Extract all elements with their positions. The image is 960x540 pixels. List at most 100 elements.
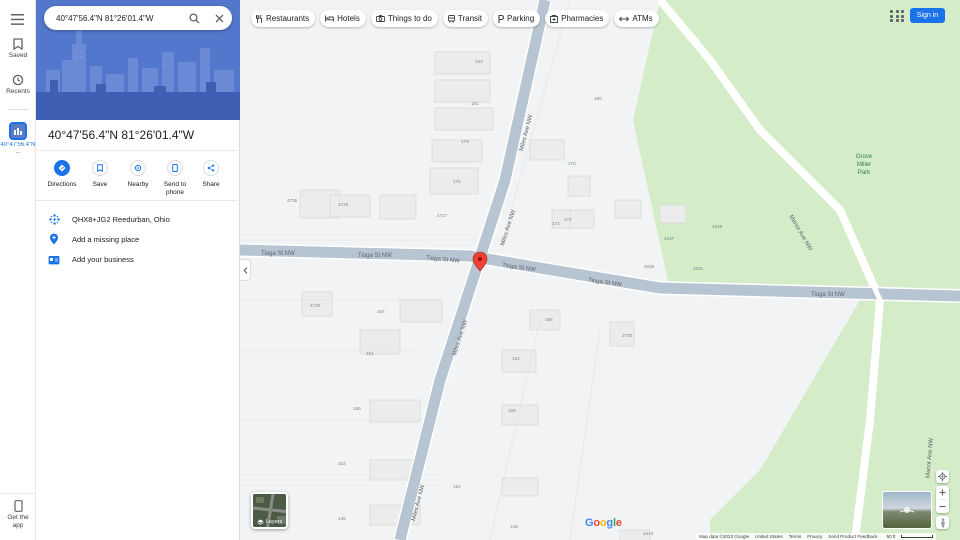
house-number: 4639 bbox=[644, 264, 655, 269]
house-number: 4637 bbox=[664, 236, 675, 241]
feedback-link[interactable]: Send Product Feedback bbox=[825, 534, 880, 539]
add-business-row[interactable]: Add your business bbox=[48, 250, 234, 268]
my-location-icon bbox=[938, 472, 947, 481]
search-input[interactable] bbox=[56, 13, 176, 23]
house-number: 2700 bbox=[622, 333, 633, 338]
house-number: 148 bbox=[510, 524, 518, 529]
rail-saved[interactable]: Saved bbox=[0, 38, 36, 59]
privacy-link[interactable]: Privacy bbox=[804, 534, 825, 539]
plus-code-icon bbox=[48, 213, 60, 225]
search-box bbox=[44, 6, 232, 30]
fork-knife-icon bbox=[256, 14, 263, 23]
plus-icon bbox=[939, 489, 946, 496]
search-button[interactable] bbox=[187, 11, 201, 25]
house-number: 149 bbox=[338, 516, 346, 521]
scale-bar bbox=[900, 535, 933, 539]
map-footer: Map data ©2023 Google United States Term… bbox=[696, 533, 936, 540]
street-label: Tioga St NW bbox=[358, 253, 392, 259]
chip-label: Restaurants bbox=[266, 14, 310, 23]
sign-in-button[interactable]: Sign in bbox=[910, 8, 945, 23]
chip-label: Parking bbox=[507, 14, 535, 23]
chip-atms[interactable]: ATMs bbox=[614, 10, 659, 27]
house-number: 172 bbox=[552, 221, 560, 226]
nearby-icon bbox=[130, 160, 146, 176]
nearby-label: Nearby bbox=[127, 181, 149, 188]
chip-label: Hotels bbox=[337, 14, 360, 23]
add-missing-place-row[interactable]: Add a missing place bbox=[48, 230, 234, 248]
chip-pharmacies[interactable]: Pharmacies bbox=[545, 10, 610, 27]
zoom-in-button[interactable] bbox=[939, 486, 946, 499]
rail-get-app[interactable]: Get the app bbox=[0, 500, 36, 530]
pegman-button[interactable] bbox=[936, 516, 949, 529]
house-number: 4643 bbox=[643, 531, 654, 536]
rail-saved-label: Saved bbox=[8, 52, 28, 59]
action-buttons: Directions Save Nearby Send to phone Sha… bbox=[42, 160, 234, 200]
chip-restaurants[interactable]: Restaurants bbox=[251, 10, 316, 27]
recent-place-thumbnail bbox=[9, 122, 27, 140]
share-label: Share bbox=[202, 181, 220, 188]
chip-hotels[interactable]: Hotels bbox=[320, 10, 366, 27]
divider bbox=[36, 200, 240, 201]
house-number: 167 bbox=[377, 309, 385, 314]
clear-search-button[interactable] bbox=[212, 11, 226, 25]
map-canvas[interactable]: Tioga St NW Tioga St NW Tioga St NW Tiog… bbox=[240, 0, 960, 540]
street-label: Tioga St NW bbox=[811, 292, 845, 298]
collapse-panel-button[interactable] bbox=[240, 259, 251, 281]
close-icon bbox=[215, 14, 223, 22]
house-number: 4735 bbox=[287, 198, 298, 203]
house-number: 174 bbox=[564, 217, 572, 222]
chip-parking[interactable]: Parking bbox=[493, 10, 541, 27]
terms-link[interactable]: Terms bbox=[786, 534, 805, 539]
country-link[interactable]: United States bbox=[752, 534, 786, 539]
category-chips: Restaurants Hotels Things to do Transit … bbox=[251, 10, 659, 27]
scale-control[interactable]: 50 ft bbox=[881, 534, 936, 539]
rail-recents-label: Recents bbox=[6, 88, 30, 95]
plus-code-row[interactable]: QHX8+JG2 Reedurban, Ohio bbox=[48, 210, 234, 228]
layers-button[interactable]: Layers bbox=[251, 492, 288, 529]
directions-button[interactable]: Directions bbox=[44, 160, 80, 188]
google-apps-button[interactable] bbox=[888, 8, 904, 24]
bookmark-icon bbox=[13, 38, 23, 50]
menu-button[interactable] bbox=[11, 12, 24, 30]
layers-label: Layers bbox=[265, 519, 283, 525]
house-number: 4629 bbox=[712, 224, 723, 229]
rail-recent-place[interactable]: 40°47'56.4"N ... bbox=[0, 122, 36, 156]
zoom-out-button[interactable] bbox=[939, 500, 946, 513]
share-button[interactable]: Share bbox=[193, 160, 229, 188]
chip-label: Things to do bbox=[387, 14, 432, 23]
street-label: Tioga St NW bbox=[261, 251, 295, 257]
send-to-phone-label: Send to phone bbox=[163, 181, 187, 196]
pegman-icon bbox=[940, 517, 945, 527]
house-number: 179 bbox=[461, 139, 469, 144]
left-rail: Saved Recents 40°47'56.4"N ... Get the a… bbox=[0, 0, 36, 540]
nearby-button[interactable]: Nearby bbox=[120, 160, 156, 188]
house-number: 4730 bbox=[310, 303, 321, 308]
rail-get-app-label: Get the app bbox=[7, 514, 29, 529]
street-view-icon bbox=[900, 507, 914, 513]
chip-transit[interactable]: Transit bbox=[442, 10, 489, 27]
google-logo: Google bbox=[585, 517, 622, 529]
street-view-preview[interactable] bbox=[882, 491, 932, 529]
house-number: 180 bbox=[594, 96, 602, 101]
chip-label: Pharmacies bbox=[561, 14, 604, 23]
my-location-button[interactable] bbox=[936, 470, 949, 483]
add-location-icon bbox=[48, 233, 60, 245]
directions-label: Directions bbox=[47, 181, 77, 188]
train-icon bbox=[447, 14, 455, 23]
rail-bottom-divider bbox=[0, 493, 36, 494]
minus-icon bbox=[939, 505, 946, 508]
scale-label: 50 ft bbox=[886, 534, 896, 539]
map-data-attribution: Map data ©2023 Google bbox=[699, 534, 750, 539]
house-number: 153 bbox=[338, 461, 346, 466]
house-number: 176 bbox=[568, 161, 576, 166]
rail-recents[interactable]: Recents bbox=[0, 74, 36, 95]
house-number: 158 bbox=[508, 408, 516, 413]
house-number: 183 bbox=[475, 59, 483, 64]
send-to-phone-button[interactable]: Send to phone bbox=[157, 160, 193, 197]
rail-recent-place-label: 40°47'56.4"N ... bbox=[0, 142, 36, 155]
save-button[interactable]: Save bbox=[82, 160, 118, 188]
chip-things-to-do[interactable]: Things to do bbox=[370, 10, 438, 27]
atm-icon bbox=[619, 16, 630, 22]
business-icon bbox=[48, 253, 60, 265]
house-number: 159 bbox=[353, 406, 361, 411]
